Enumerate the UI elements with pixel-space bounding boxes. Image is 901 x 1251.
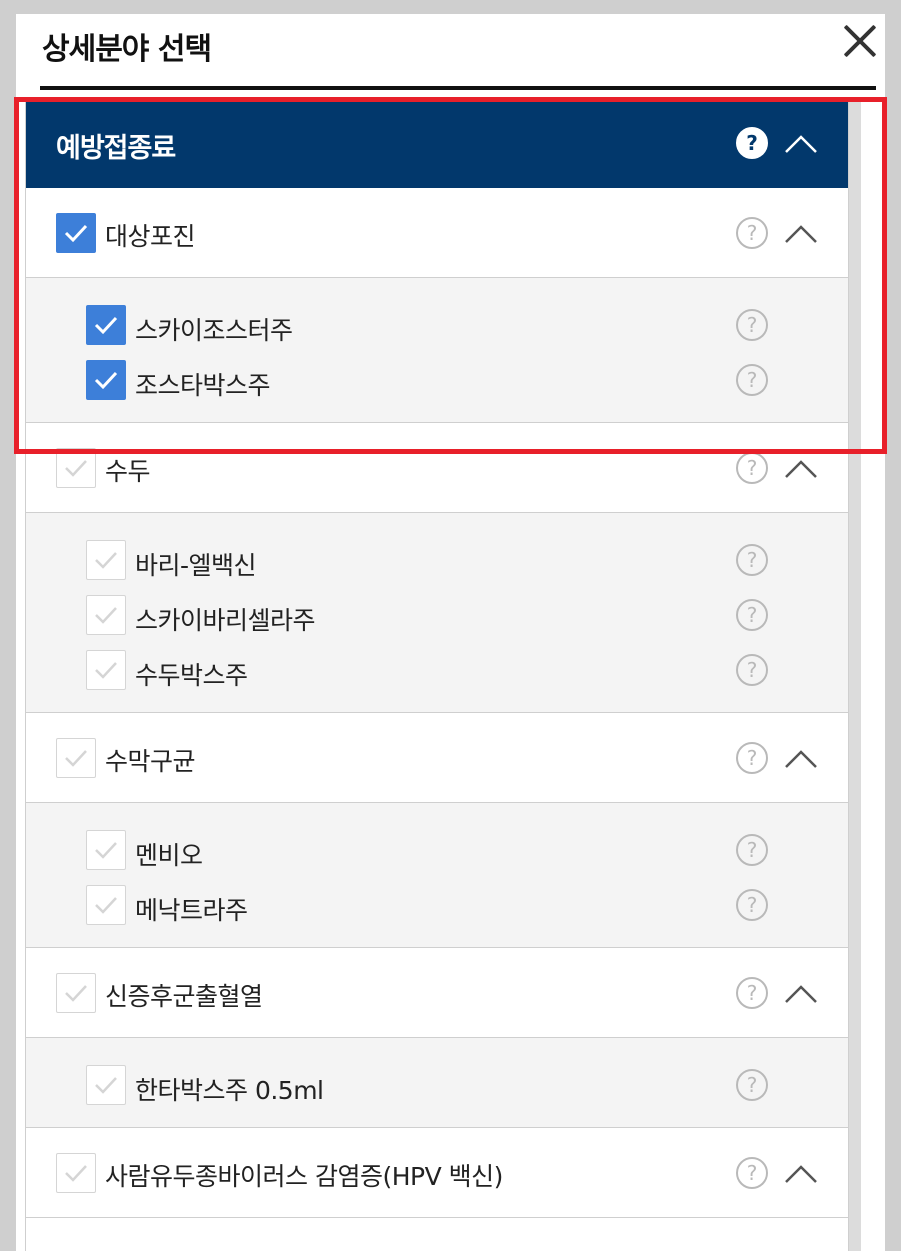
category-header[interactable]: 예방접종료 ?: [26, 98, 848, 188]
chevron-up-icon[interactable]: [784, 983, 818, 1005]
help-icon[interactable]: ?: [736, 599, 768, 631]
sub-item-checkbox[interactable]: [86, 595, 126, 635]
category-list: 예방접종료 ? 대상포진? 스카이조스터주? 조스타박스주? 수두? 바리-엘백신? 스카…: [25, 98, 849, 1251]
group-checkbox[interactable]: [56, 1153, 96, 1193]
group-row[interactable]: 사람유두종바이러스 감염증(HPV 백신)?: [26, 1128, 848, 1218]
sub-item-list: 바리-엘백신? 스카이바리셀라주? 수두박스주?: [26, 513, 848, 713]
sub-item-checkbox[interactable]: [86, 305, 126, 345]
close-icon[interactable]: [840, 20, 880, 60]
sub-item-label: 스카이바리셀라주: [135, 606, 316, 635]
sub-item[interactable]: 멘비오?: [26, 828, 848, 878]
help-icon[interactable]: ?: [736, 452, 768, 484]
sub-item-list: 한타박스주 0.5ml?: [26, 1038, 848, 1128]
group-checkbox[interactable]: [56, 738, 96, 778]
help-icon[interactable]: ?: [736, 889, 768, 921]
sub-item[interactable]: 바리-엘백신?: [26, 538, 848, 588]
help-icon[interactable]: ?: [736, 364, 768, 396]
sub-item-checkbox[interactable]: [86, 650, 126, 690]
group-checkbox[interactable]: [56, 973, 96, 1013]
help-icon[interactable]: ?: [736, 1069, 768, 1101]
group-row[interactable]: 수두?: [26, 423, 848, 513]
sub-item-label: 멘비오: [135, 841, 203, 870]
help-icon[interactable]: ?: [736, 309, 768, 341]
sub-item[interactable]: 메낙트라주?: [26, 883, 848, 933]
chevron-up-icon[interactable]: [784, 133, 818, 155]
sub-item[interactable]: 스카이바리셀라주?: [26, 593, 848, 643]
group-row[interactable]: 수막구균?: [26, 713, 848, 803]
help-icon[interactable]: ?: [736, 834, 768, 866]
group-label: 수막구균: [105, 747, 196, 776]
sub-item-label: 메낙트라주: [135, 896, 248, 925]
help-icon[interactable]: ?: [736, 217, 768, 249]
help-icon[interactable]: ?: [736, 127, 768, 159]
help-icon[interactable]: ?: [736, 742, 768, 774]
sub-item-list: 멘비오? 메낙트라주?: [26, 803, 848, 948]
chevron-up-icon[interactable]: [784, 458, 818, 480]
group-row[interactable]: 대상포진?: [26, 188, 848, 278]
sub-item-label: 스카이조스터주: [135, 316, 293, 345]
sub-item-list: 스카이조스터주? 조스타박스주?: [26, 278, 848, 423]
help-icon[interactable]: ?: [736, 654, 768, 686]
chevron-up-icon[interactable]: [784, 1163, 818, 1185]
sub-item-label: 한타박스주 0.5ml: [135, 1076, 324, 1105]
group-label: 수두: [105, 457, 151, 486]
sub-item-checkbox[interactable]: [86, 1065, 126, 1105]
category-header-label: 예방접종료: [56, 133, 176, 164]
sub-item[interactable]: 조스타박스주?: [26, 358, 848, 408]
group-row[interactable]: 신증후군출혈열?: [26, 948, 848, 1038]
sub-item-label: 바리-엘백신: [135, 551, 257, 580]
sub-item[interactable]: 스카이조스터주?: [26, 303, 848, 353]
title-divider: [40, 86, 876, 90]
chevron-up-icon[interactable]: [784, 223, 818, 245]
sub-item-checkbox[interactable]: [86, 885, 126, 925]
sub-item-checkbox[interactable]: [86, 360, 126, 400]
sub-item[interactable]: 수두박스주?: [26, 648, 848, 698]
sub-item-checkbox[interactable]: [86, 540, 126, 580]
sub-item-label: 수두박스주: [135, 661, 248, 690]
help-icon[interactable]: ?: [736, 977, 768, 1009]
group-label: 신증후군출혈열: [105, 982, 263, 1011]
help-icon[interactable]: ?: [736, 1157, 768, 1189]
group-checkbox[interactable]: [56, 448, 96, 488]
group-label: 대상포진: [105, 222, 196, 251]
scrollbar[interactable]: [849, 98, 861, 1251]
chevron-up-icon[interactable]: [784, 748, 818, 770]
sub-item-label: 조스타박스주: [135, 371, 271, 400]
modal-title: 상세분야 선택: [42, 32, 212, 67]
group-label: 사람유두종바이러스 감염증(HPV 백신): [105, 1162, 503, 1191]
sub-item[interactable]: 한타박스주 0.5ml?: [26, 1063, 848, 1113]
sub-item-checkbox[interactable]: [86, 830, 126, 870]
help-icon[interactable]: ?: [736, 544, 768, 576]
group-checkbox[interactable]: [56, 213, 96, 253]
